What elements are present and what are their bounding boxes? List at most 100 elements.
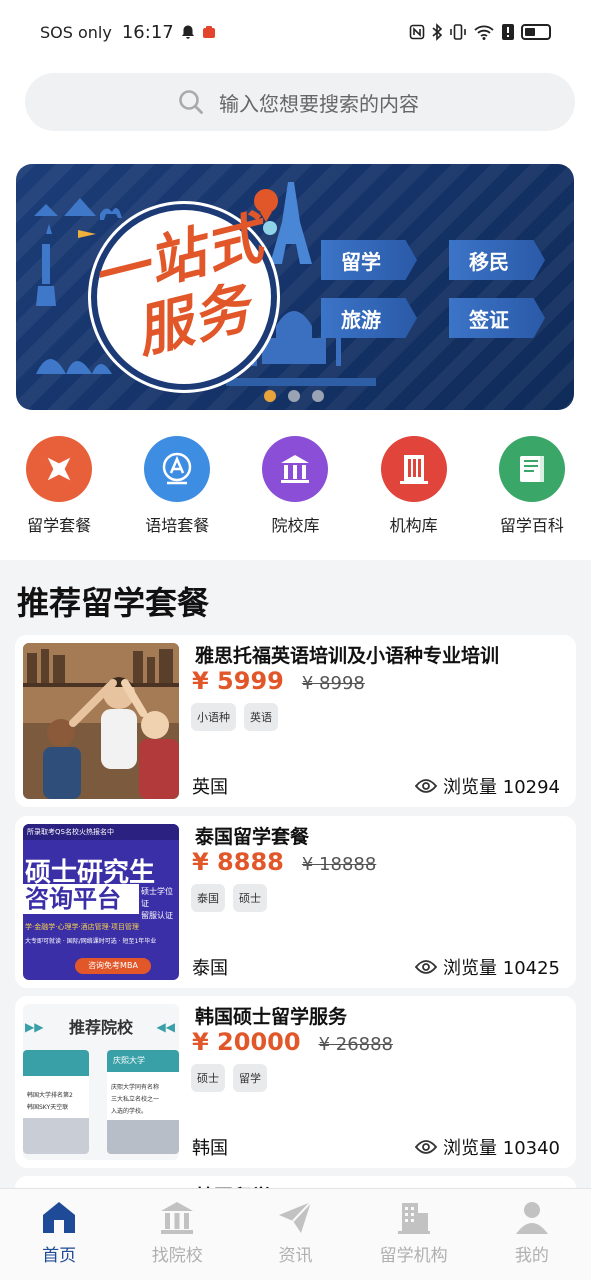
paper-plane-icon: [279, 1201, 313, 1233]
quick-nav-institution-library[interactable]: 机构库: [355, 436, 473, 536]
app-notification-icon: [202, 26, 215, 38]
image-left-panel: 韩国大学排名第2 韩国SKY天空联: [23, 1050, 89, 1154]
status-left: SOS only 16:17: [40, 22, 216, 43]
double-chevron-left-icon: ◀◀: [156, 1020, 175, 1034]
quick-nav-label: 留学套餐: [27, 516, 92, 535]
package-price: ¥ 20000: [192, 1028, 301, 1056]
eye-icon: [415, 960, 438, 974]
banner-study-button[interactable]: 留学: [321, 240, 417, 280]
carrier-text: SOS only: [40, 22, 112, 42]
package-country: 英国: [192, 777, 228, 798]
top-area: 输入您想要搜索的内容 一站式服务 留学 移民 旅游 签证 留学套餐 语培套餐 院…: [0, 64, 591, 560]
price-row: ¥ 8888 ¥ 18888: [192, 848, 376, 876]
double-chevron-right-icon: ▶▶: [25, 1020, 44, 1034]
tab-label: 我的: [514, 1246, 549, 1266]
tab-label: 找院校: [151, 1246, 203, 1266]
quick-nav-language-packages[interactable]: 语培套餐: [118, 436, 236, 536]
package-card[interactable]: 所录取考QS名校火热报名中 硕士研究生 咨询平台 硕士学位证 留服认证 学·金融学…: [15, 816, 576, 988]
alert-icon: [502, 24, 514, 40]
person-icon: [515, 1202, 548, 1234]
package-views: 浏览量 10425: [415, 954, 560, 980]
image-top-text: 所录取考QS名校火热报名中: [23, 824, 179, 840]
vibrate-icon: [450, 24, 466, 40]
banner[interactable]: 一站式服务 留学 移民 旅游 签证: [16, 164, 574, 410]
package-tag: 小语种: [191, 703, 236, 731]
image-features: 学·金融学·心理学·酒店管理·项目管理: [25, 923, 139, 931]
home-icon: [43, 1202, 76, 1233]
views-count: 浏览量 10294: [443, 777, 560, 798]
book-icon: [498, 436, 565, 502]
banner-immigration-button[interactable]: 移民: [449, 240, 545, 280]
package-tag: 留学: [233, 1064, 267, 1092]
package-views: 浏览量 10294: [415, 773, 560, 799]
package-old-price: ¥ 8998: [301, 673, 365, 694]
search-placeholder: 输入您想要搜索的内容: [219, 91, 419, 116]
package-views: 浏览量 10340: [415, 1134, 560, 1160]
bluetooth-icon: [432, 23, 443, 41]
package-card[interactable]: 雅思托福英语培训及小语种专业培训 ¥ 5999 ¥ 8998 小语种 英语 英国…: [15, 635, 576, 807]
quick-nav: 留学套餐 语培套餐 院校库 机构库 留学百科: [0, 436, 591, 536]
search-bar[interactable]: 输入您想要搜索的内容: [25, 73, 575, 131]
image-right-panel: 庆熙大学 庆熙大学同有名称 三大私立名校之一 入选的学校。: [107, 1050, 179, 1154]
status-right: [409, 23, 551, 41]
banner-pagination: [264, 390, 324, 402]
package-image: 推荐院校 ▶▶ ◀◀ 韩国大学排名第2 韩国SKY天空联 庆熙大学 庆熙大学同有…: [23, 1004, 179, 1160]
building-icon: [380, 436, 447, 502]
status-bar: SOS only 16:17: [0, 0, 591, 64]
banner-dot-3[interactable]: [312, 390, 324, 402]
package-price: ¥ 8888: [192, 848, 284, 876]
bell-icon: [181, 25, 194, 39]
image-headline-2: 咨询平台: [23, 884, 139, 914]
package-price: ¥ 5999: [192, 667, 284, 695]
wifi-icon: [474, 25, 494, 40]
package-title: 泰国留学套餐: [195, 826, 310, 848]
package-image: 所录取考QS名校火热报名中 硕士研究生 咨询平台 硕士学位证 留服认证 学·金融学…: [23, 824, 179, 980]
tab-home[interactable]: 首页: [0, 1189, 118, 1280]
image-cta: 咨询免考MBA: [75, 958, 151, 974]
package-tag: 泰国: [191, 884, 225, 912]
tab-news[interactable]: 资讯: [236, 1189, 354, 1280]
quick-nav-label: 机构库: [389, 516, 438, 535]
quick-nav-label: 语培套餐: [145, 516, 210, 535]
package-title: 雅思托福英语培训及小语种专业培训: [195, 645, 500, 667]
banner-dot-1[interactable]: [264, 390, 276, 402]
package-old-price: ¥ 26888: [318, 1034, 393, 1055]
eye-icon: [415, 779, 438, 793]
school-icon: [161, 1202, 194, 1234]
image-side-text: 硕士学位证 留服认证: [141, 887, 173, 920]
views-count: 浏览量 10425: [443, 958, 560, 979]
quick-nav-study-wiki[interactable]: 留学百科: [473, 436, 591, 536]
tab-label: 资讯: [278, 1246, 313, 1266]
package-tag: 硕士: [233, 884, 267, 912]
tab-label: 留学机构: [379, 1246, 448, 1266]
quick-nav-study-packages[interactable]: 留学套餐: [0, 436, 118, 536]
package-tags: 小语种 英语: [191, 703, 278, 731]
tab-profile[interactable]: 我的: [473, 1189, 591, 1280]
package-title: 韩国硕士留学服务: [195, 1006, 348, 1028]
tab-institutions[interactable]: 留学机构: [355, 1189, 473, 1280]
price-row: ¥ 5999 ¥ 8998: [192, 667, 365, 695]
bottom-tab-bar: 首页 找院校 资讯 留学机构 我的: [0, 1188, 591, 1280]
banner-travel-button[interactable]: 旅游: [321, 298, 417, 338]
package-image: [23, 643, 179, 799]
section-title: 推荐留学套餐: [17, 584, 210, 622]
package-country: 韩国: [192, 1138, 228, 1159]
image-features-2: 大专即可就读 · 国际/网络课时可选 · 短至1年毕业: [25, 938, 157, 945]
school-icon: [262, 436, 329, 502]
tab-find-school[interactable]: 找院校: [118, 1189, 236, 1280]
quick-nav-school-library[interactable]: 院校库: [236, 436, 354, 536]
language-icon: [144, 436, 211, 502]
eye-icon: [415, 1140, 438, 1154]
package-country: 泰国: [192, 958, 228, 979]
search-icon: [179, 90, 203, 114]
banner-visa-button[interactable]: 签证: [449, 298, 545, 338]
package-card[interactable]: 推荐院校 ▶▶ ◀◀ 韩国大学排名第2 韩国SKY天空联 庆熙大学 庆熙大学同有…: [15, 996, 576, 1168]
package-old-price: ¥ 18888: [301, 854, 377, 875]
banner-dot-2[interactable]: [288, 390, 300, 402]
quick-nav-label: 院校库: [271, 516, 320, 535]
status-time: 16:17: [121, 21, 174, 43]
quick-nav-label: 留学百科: [499, 516, 564, 535]
package-tags: 硕士 留学: [191, 1064, 267, 1092]
package-tag: 硕士: [191, 1064, 225, 1092]
package-tags: 泰国 硕士: [191, 884, 267, 912]
